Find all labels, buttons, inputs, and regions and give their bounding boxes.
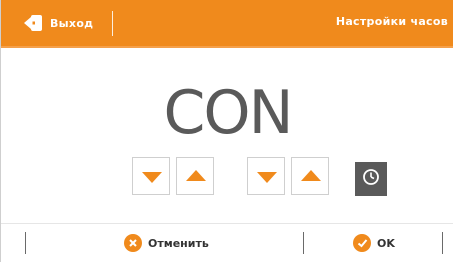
minute-increase-button[interactable]	[291, 157, 329, 195]
cancel-label: Отменить	[148, 236, 209, 250]
cancel-icon	[124, 234, 142, 252]
exit-button[interactable]: Выход	[23, 10, 93, 36]
footer-separator	[25, 232, 26, 254]
cancel-button[interactable]: Отменить	[124, 232, 209, 254]
exit-icon	[23, 14, 43, 32]
arrow-up-icon	[301, 170, 321, 181]
minute-decrease-button[interactable]	[247, 157, 285, 195]
footer-separator	[303, 232, 304, 254]
arrow-down-icon	[257, 172, 277, 183]
header-divider	[112, 11, 113, 36]
page-title: Настройки часов	[335, 15, 448, 28]
clock-icon	[362, 168, 380, 190]
footer-separator	[442, 232, 443, 254]
header-bar: Выход Настройки часов	[1, 0, 453, 46]
hour-decrease-button[interactable]	[132, 157, 170, 195]
clock-display: CON	[163, 78, 293, 148]
arrow-up-icon	[186, 170, 206, 181]
header-underline	[1, 46, 453, 48]
ok-label: OK	[377, 236, 395, 250]
ok-button[interactable]: OK	[353, 232, 395, 254]
footer-divider-line	[1, 223, 453, 224]
exit-label: Выход	[50, 16, 94, 30]
hour-increase-button[interactable]	[176, 157, 214, 195]
checkmark-icon	[353, 234, 371, 252]
arrow-down-icon	[142, 172, 162, 183]
clock-settings-screen: Выход Настройки часов CON Отменить OK	[0, 0, 453, 262]
clock-button[interactable]	[355, 162, 387, 196]
